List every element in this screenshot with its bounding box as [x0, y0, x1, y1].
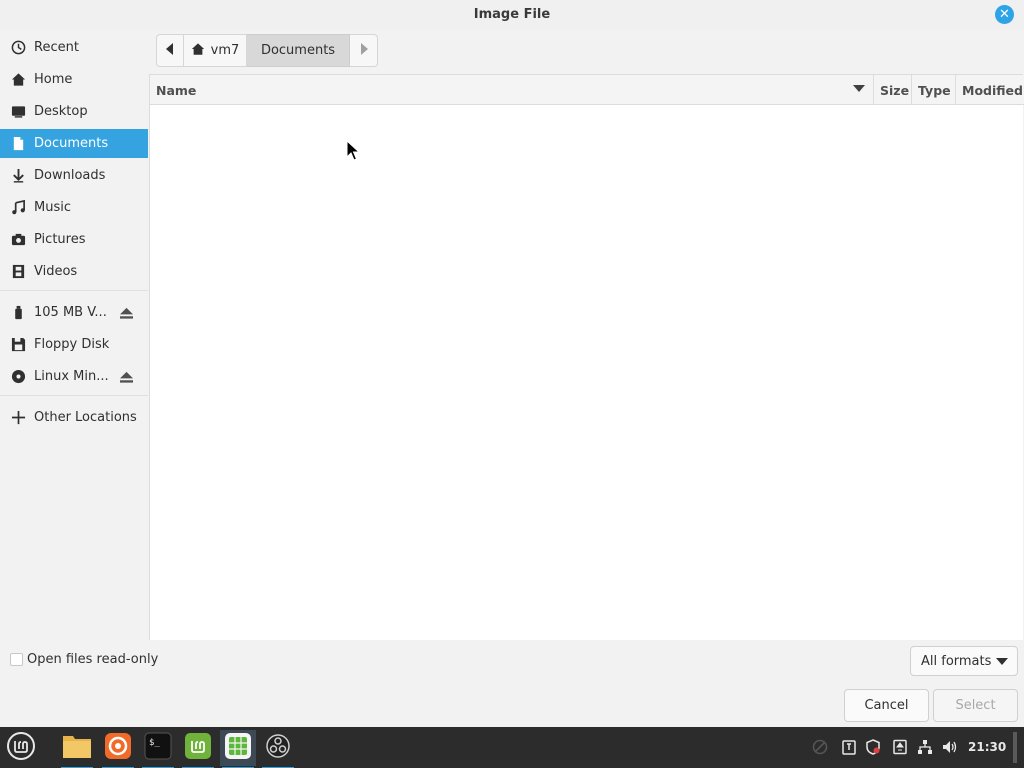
sidebar-item-label: Videos: [34, 264, 78, 279]
sidebar-item-downloads[interactable]: Downloads: [0, 161, 148, 190]
readonly-option[interactable]: Open files read-only: [10, 652, 158, 667]
column-label: Name: [156, 82, 197, 98]
column-header-size[interactable]: Size: [874, 75, 912, 105]
sidebar-item-label: Desktop: [34, 104, 88, 119]
sidebar-item-label: Music: [34, 200, 71, 215]
sidebar-item-label: Other Locations: [34, 410, 137, 425]
sidebar-item-label: Recent: [34, 40, 79, 55]
sidebar-item-documents[interactable]: Documents: [0, 129, 148, 158]
readonly-checkbox[interactable]: [10, 653, 23, 666]
clock[interactable]: 21:30: [968, 740, 1006, 754]
taskbar-files-button[interactable]: [59, 730, 95, 768]
sidebar-item-other-locations[interactable]: Other Locations: [0, 403, 148, 432]
optical-disc-icon: [10, 369, 26, 385]
cancel-button[interactable]: Cancel: [844, 689, 929, 722]
sidebar-item-label: Home: [34, 72, 73, 87]
sidebar-divider: [0, 290, 148, 291]
floppy-icon: [10, 337, 26, 353]
path-bar: vm7 Documents: [156, 34, 378, 67]
shield-icon[interactable]: [865, 739, 881, 755]
sidebar-item-music[interactable]: Music: [0, 193, 148, 222]
taskbar-firefox-button[interactable]: [100, 730, 136, 768]
column-header-type[interactable]: Type: [912, 75, 956, 105]
format-filter-dropdown[interactable]: All formats: [910, 646, 1018, 676]
places-sidebar: Recent Home Desktop Documents Downloads …: [0, 30, 148, 640]
path-home-button[interactable]: vm7: [184, 34, 247, 67]
sidebar-item-home[interactable]: Home: [0, 65, 148, 94]
mint-menu-icon: [6, 731, 36, 765]
path-current-button[interactable]: Documents: [247, 34, 350, 67]
chevron-left-icon: [166, 42, 174, 59]
home-icon: [10, 72, 26, 88]
sidebar-item-label: Downloads: [34, 168, 106, 183]
music-icon: [10, 200, 26, 216]
path-home-label: vm7: [210, 43, 240, 58]
column-header-row: Name Size Type Modified: [150, 75, 1024, 105]
taskbar-calc-button[interactable]: [220, 730, 256, 768]
folder-icon: [62, 733, 92, 763]
svg-text:$_: $_: [149, 738, 160, 748]
mint-update-icon: [184, 732, 212, 764]
path-forward-button[interactable]: [350, 34, 378, 67]
sidebar-item-label: Linux Min...: [34, 369, 109, 384]
camera-icon: [10, 232, 26, 248]
download-icon: [10, 168, 26, 184]
sidebar-item-desktop[interactable]: Desktop: [0, 97, 148, 126]
volume-icon[interactable]: [942, 739, 958, 755]
usb-drive-icon: [10, 305, 26, 321]
update-tray-icon[interactable]: [892, 739, 908, 755]
file-list[interactable]: Name Size Type Modified: [149, 74, 1024, 640]
firefox-icon: [104, 732, 132, 764]
sidebar-item-pictures[interactable]: Pictures: [0, 225, 148, 254]
sidebar-item-label: Documents: [34, 136, 109, 151]
close-button[interactable]: ✕: [995, 5, 1014, 24]
obs-icon: [265, 733, 291, 763]
chevron-right-icon: [360, 42, 368, 59]
select-button[interactable]: Select: [933, 689, 1018, 722]
sidebar-item-recent[interactable]: Recent: [0, 33, 148, 62]
path-current-label: Documents: [260, 43, 336, 58]
network-icon[interactable]: [917, 739, 933, 755]
film-icon: [10, 264, 26, 280]
format-selected-label: All formats: [921, 653, 992, 669]
taskbar-update-manager-button[interactable]: [180, 730, 216, 768]
clock-icon: [10, 40, 26, 56]
sidebar-item-label: 105 MB V...: [34, 305, 107, 320]
column-header-name[interactable]: Name: [150, 75, 874, 105]
clipboard-icon[interactable]: [841, 739, 857, 755]
mint-menu-button[interactable]: [3, 730, 39, 766]
eject-icon[interactable]: [118, 305, 134, 321]
sidebar-item-videos[interactable]: Videos: [0, 257, 148, 286]
sidebar-divider: [0, 395, 148, 396]
sidebar-item-label: Floppy Disk: [34, 337, 110, 352]
sidebar-item-floppy[interactable]: Floppy Disk: [0, 330, 148, 359]
mouse-pointer-icon: [346, 139, 362, 166]
sidebar-item-linux-mint-disc[interactable]: Linux Min...: [0, 362, 148, 391]
window-title: Image File: [473, 7, 551, 22]
taskbar-obs-button[interactable]: [260, 730, 296, 768]
show-desktop-button[interactable]: [1013, 732, 1017, 763]
taskbar: $_ 21:30: [0, 727, 1024, 768]
blocked-icon[interactable]: [812, 739, 828, 755]
terminal-icon: $_: [144, 732, 172, 764]
document-icon: [10, 136, 26, 152]
title-bar: Image File ✕: [0, 0, 1024, 30]
sidebar-item-label: Pictures: [34, 232, 86, 247]
path-back-button[interactable]: [156, 34, 184, 67]
calc-icon: [224, 732, 252, 764]
column-label: Type: [918, 82, 951, 98]
column-label: Modified: [962, 82, 1023, 98]
home-icon: [191, 42, 205, 60]
column-header-modified[interactable]: Modified: [956, 75, 1024, 105]
close-icon: ✕: [999, 7, 1010, 22]
sidebar-item-usb-volume[interactable]: 105 MB V...: [0, 298, 148, 327]
readonly-label: Open files read-only: [27, 652, 159, 667]
eject-icon[interactable]: [118, 369, 134, 385]
plus-icon: [10, 410, 26, 426]
sort-down-icon: [853, 85, 865, 92]
taskbar-terminal-button[interactable]: $_: [140, 730, 176, 768]
desktop-icon: [10, 104, 26, 120]
column-label: Size: [880, 82, 910, 98]
chevron-down-icon: [996, 658, 1008, 665]
